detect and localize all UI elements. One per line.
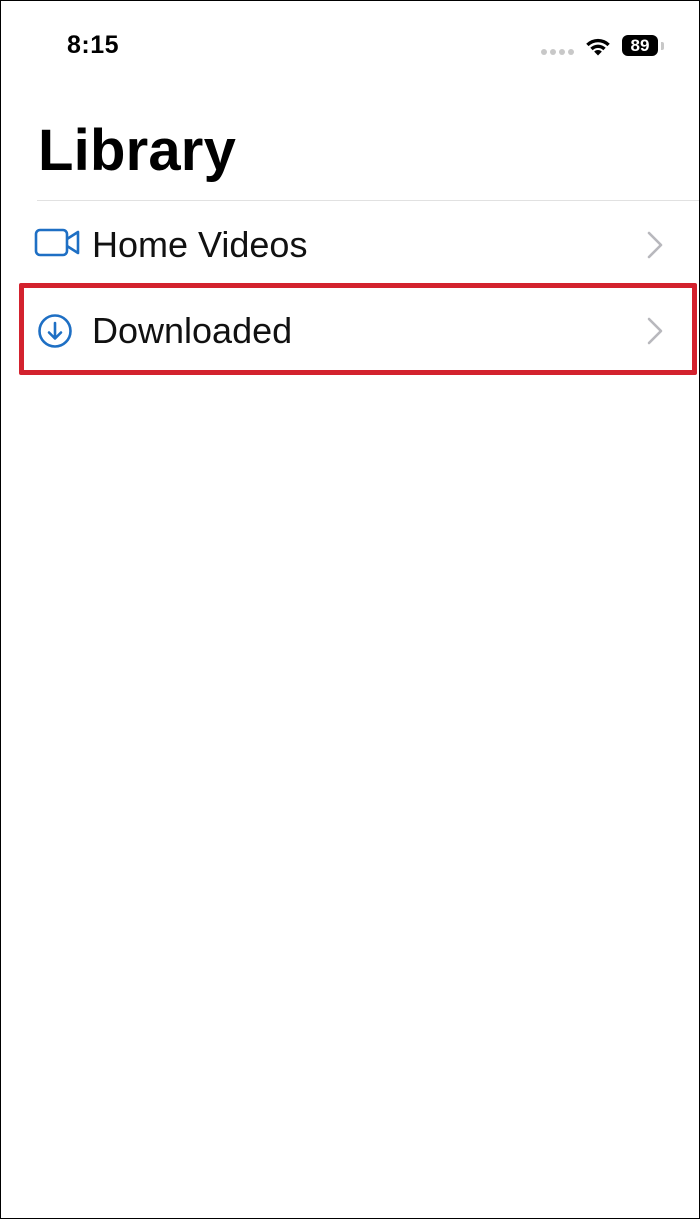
battery-tip (661, 42, 664, 50)
status-time: 8:15 (67, 31, 120, 59)
list-item-home-videos[interactable]: Home Videos (1, 203, 699, 287)
divider (37, 200, 699, 201)
battery-icon: 89 (622, 35, 658, 56)
screen: 8:15 89 Library Home Videos Downloaded (0, 0, 700, 1219)
status-bar: 8:15 89 (1, 1, 699, 91)
home-videos-label: Home Videos (92, 224, 308, 265)
wifi-icon (586, 38, 610, 56)
chevron-right-icon (647, 231, 663, 259)
highlight-box (19, 283, 697, 375)
page-title: Library (38, 118, 237, 183)
video-camera-icon (34, 228, 80, 257)
cellular-signal-icon (541, 49, 575, 55)
